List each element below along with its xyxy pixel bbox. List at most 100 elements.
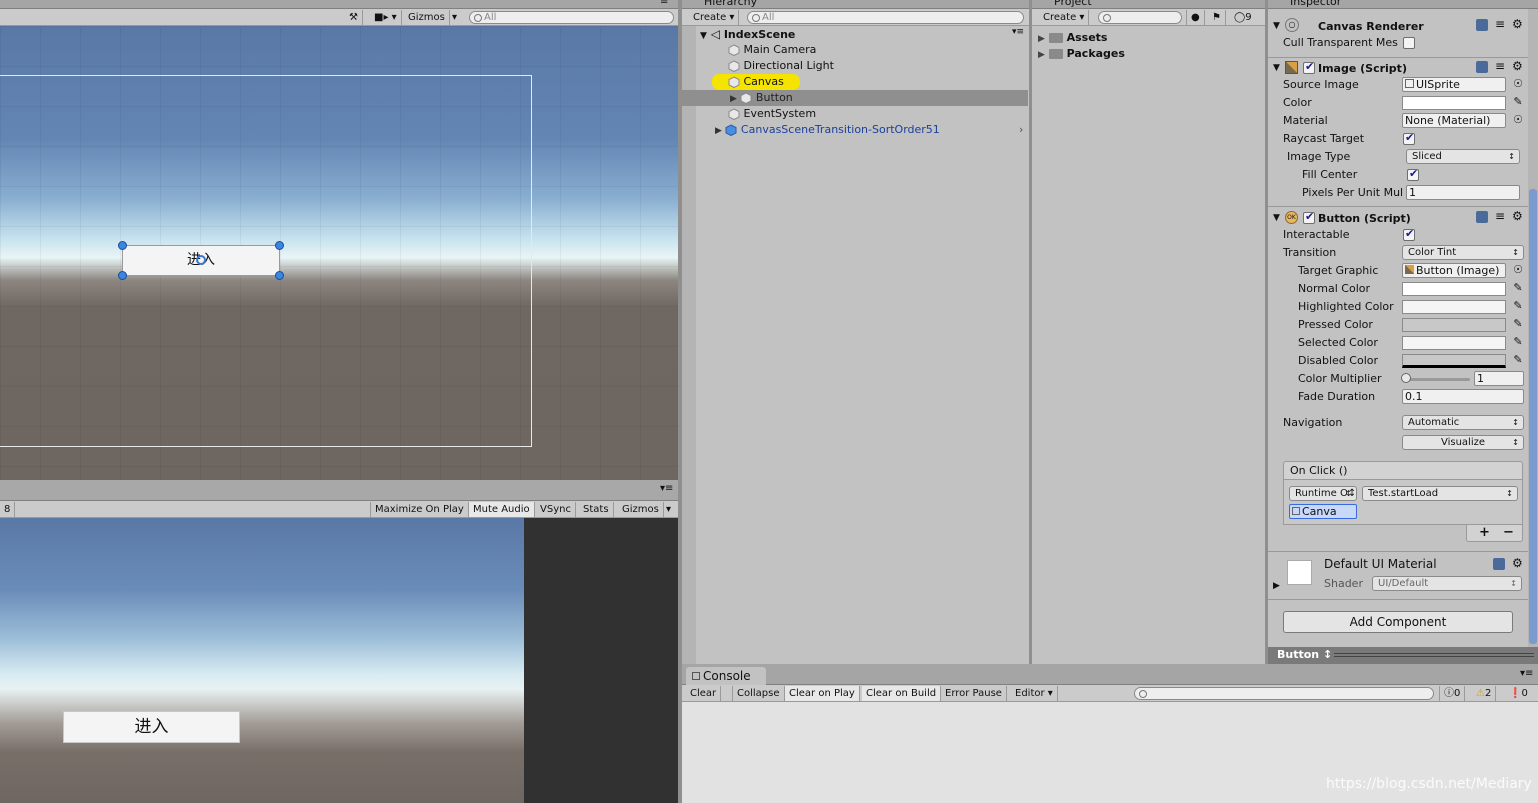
component-gear-icon[interactable]: ⚙ <box>1512 59 1523 73</box>
rect-handle-tl[interactable] <box>118 241 127 250</box>
object-picker-icon[interactable]: ☉ <box>1512 78 1524 90</box>
console-search-input[interactable] <box>1134 687 1434 700</box>
clear-on-build-toggle[interactable]: Clear on Build <box>862 686 942 701</box>
eyedropper-icon[interactable]: ✎ <box>1512 336 1524 348</box>
preset-icon[interactable]: ≡ <box>1495 209 1505 223</box>
inspector-scrollbar[interactable] <box>1528 9 1538 647</box>
normal-color-swatch[interactable] <box>1402 282 1506 296</box>
game-button[interactable]: 进入 <box>63 711 240 743</box>
eyedropper-icon[interactable]: ✎ <box>1512 354 1524 366</box>
project-folder-assets[interactable]: ▶ Assets <box>1038 30 1107 46</box>
target-object-field[interactable]: Canva <box>1289 504 1357 519</box>
editor-dropdown[interactable]: Editor ▾ <box>1011 686 1058 701</box>
game-resolution-text[interactable]: 8 <box>0 502 16 517</box>
shader-dropdown[interactable]: UI/Default <box>1372 576 1522 591</box>
add-listener-button[interactable]: + <box>1479 525 1490 540</box>
scene-gizmos-button[interactable]: Gizmos <box>404 10 450 25</box>
search-by-type-icon[interactable]: ● <box>1186 10 1205 25</box>
stats-toggle[interactable]: Stats <box>579 502 614 517</box>
game-tab-menu-icon[interactable]: ▾≡ <box>660 483 673 494</box>
interactable-checkbox[interactable] <box>1403 227 1415 241</box>
hierarchy-item-button[interactable]: ▶ Button <box>730 90 793 106</box>
mute-audio-toggle[interactable]: Mute Audio <box>469 502 535 517</box>
foldout-closed-icon[interactable]: ▶ <box>715 126 722 136</box>
error-count-toggle[interactable]: ❗0 <box>1505 686 1532 701</box>
navigation-dropdown[interactable]: Automatic <box>1402 415 1524 430</box>
hierarchy-item-main-camera[interactable]: Main Camera <box>728 42 816 58</box>
rect-handle-bl[interactable] <box>118 271 127 280</box>
hierarchy-create-button[interactable]: Create ▾ <box>689 10 740 25</box>
object-picker-icon[interactable]: ☉ <box>1512 114 1524 126</box>
hierarchy-item-canvas[interactable]: Canvas <box>728 74 784 90</box>
game-gizmos-button[interactable]: Gizmos <box>618 502 664 517</box>
object-picker-icon[interactable]: ☉ <box>1512 264 1524 276</box>
eyedropper-icon[interactable]: ✎ <box>1512 282 1524 294</box>
raycast-checkbox[interactable] <box>1403 131 1415 145</box>
component-gear-icon[interactable]: ⚙ <box>1512 209 1523 223</box>
search-by-label-icon[interactable]: ⚑ <box>1208 10 1226 25</box>
visualize-button[interactable]: Visualize <box>1402 435 1524 450</box>
scene-viewport[interactable]: 进入 <box>0 26 678 480</box>
prefab-open-arrow-icon[interactable]: › <box>1019 123 1023 136</box>
hierarchy-item-prefab[interactable]: ▶ CanvasSceneTransition-SortOrder51 <box>715 122 940 138</box>
rect-handle-br[interactable] <box>275 271 284 280</box>
tools-icon[interactable]: ⚒ <box>345 10 363 25</box>
console-tab[interactable]: Console <box>686 667 766 685</box>
camera-icon[interactable]: ■▸ ▾ <box>370 10 402 25</box>
preview-drag-handle[interactable] <box>1334 653 1534 657</box>
foldout-closed-icon[interactable]: ▶ <box>1038 34 1045 44</box>
console-log-area[interactable]: https://blog.csdn.net/Mediary <box>682 702 1538 803</box>
disabled-color-swatch[interactable] <box>1402 354 1506 368</box>
function-dropdown[interactable]: Test.startLoad <box>1362 486 1518 501</box>
pressed-color-swatch[interactable] <box>1402 318 1506 332</box>
project-search-input[interactable] <box>1098 11 1182 24</box>
error-pause-toggle[interactable]: Error Pause <box>941 686 1007 701</box>
hierarchy-search-input[interactable]: All <box>747 11 1024 24</box>
pivot-icon[interactable] <box>196 255 206 265</box>
foldout-open-icon[interactable]: ▼ <box>700 31 707 41</box>
eyedropper-icon[interactable]: ✎ <box>1512 318 1524 330</box>
source-image-field[interactable]: UISprite <box>1402 77 1506 92</box>
hidden-packages-counter[interactable]: ◯9 <box>1230 10 1256 25</box>
hierarchy-item-directional-light[interactable]: Directional Light <box>728 58 834 74</box>
maximize-on-play-toggle[interactable]: Maximize On Play <box>370 502 469 517</box>
image-enabled-checkbox[interactable] <box>1303 60 1315 74</box>
target-graphic-field[interactable]: Button (Image) <box>1402 263 1506 278</box>
project-create-button[interactable]: Create ▾ <box>1039 10 1090 25</box>
component-gear-icon[interactable]: ⚙ <box>1512 556 1523 570</box>
fill-center-checkbox[interactable] <box>1407 167 1419 181</box>
button-enabled-checkbox[interactable] <box>1303 210 1315 224</box>
help-icon[interactable] <box>1476 61 1488 73</box>
foldout-open-icon[interactable]: ▼ <box>1273 21 1280 31</box>
multiplier-field[interactable]: 1 <box>1474 371 1524 386</box>
eyedropper-icon[interactable]: ✎ <box>1512 96 1524 108</box>
warning-count-toggle[interactable]: ⚠2 <box>1472 686 1497 701</box>
selected-color-swatch[interactable] <box>1402 336 1506 350</box>
hierarchy-item-eventsystem[interactable]: EventSystem <box>728 106 816 122</box>
project-folder-packages[interactable]: ▶ Packages <box>1038 46 1125 62</box>
fade-duration-field[interactable]: 0.1 <box>1402 389 1524 404</box>
info-count-toggle[interactable]: ⓘ0 <box>1439 686 1466 701</box>
transition-dropdown[interactable]: Color Tint <box>1402 245 1524 260</box>
vsync-toggle[interactable]: VSync <box>536 502 576 517</box>
foldout-open-icon[interactable]: ▼ <box>1273 63 1280 73</box>
inspector-tab[interactable]: Inspector <box>1290 0 1341 8</box>
scene-menu-icon[interactable]: ▾≡ <box>1012 27 1024 37</box>
preview-title-dropdown[interactable]: Button ↕ <box>1277 648 1332 661</box>
help-icon[interactable] <box>1493 558 1505 570</box>
material-field[interactable]: None (Material) <box>1402 113 1506 128</box>
scene-tab-menu-icon[interactable]: ≡ <box>660 0 668 7</box>
preset-icon[interactable]: ≡ <box>1495 17 1505 31</box>
eyedropper-icon[interactable]: ✎ <box>1512 300 1524 312</box>
color-swatch[interactable] <box>1402 96 1506 110</box>
component-gear-icon[interactable]: ⚙ <box>1512 17 1523 31</box>
cull-checkbox[interactable] <box>1403 37 1415 49</box>
foldout-closed-icon[interactable]: ▶ <box>730 94 737 104</box>
highlighted-color-swatch[interactable] <box>1402 300 1506 314</box>
clear-on-play-toggle[interactable]: Clear on Play <box>785 686 860 701</box>
scene-row[interactable]: ▼ ◁ IndexScene <box>700 26 1025 42</box>
multiplier-slider-thumb[interactable] <box>1401 373 1411 383</box>
hierarchy-tab[interactable]: Hierarchy <box>704 0 757 8</box>
ppu-field[interactable]: 1 <box>1406 185 1520 200</box>
game-viewport[interactable]: 进入 <box>0 518 524 803</box>
